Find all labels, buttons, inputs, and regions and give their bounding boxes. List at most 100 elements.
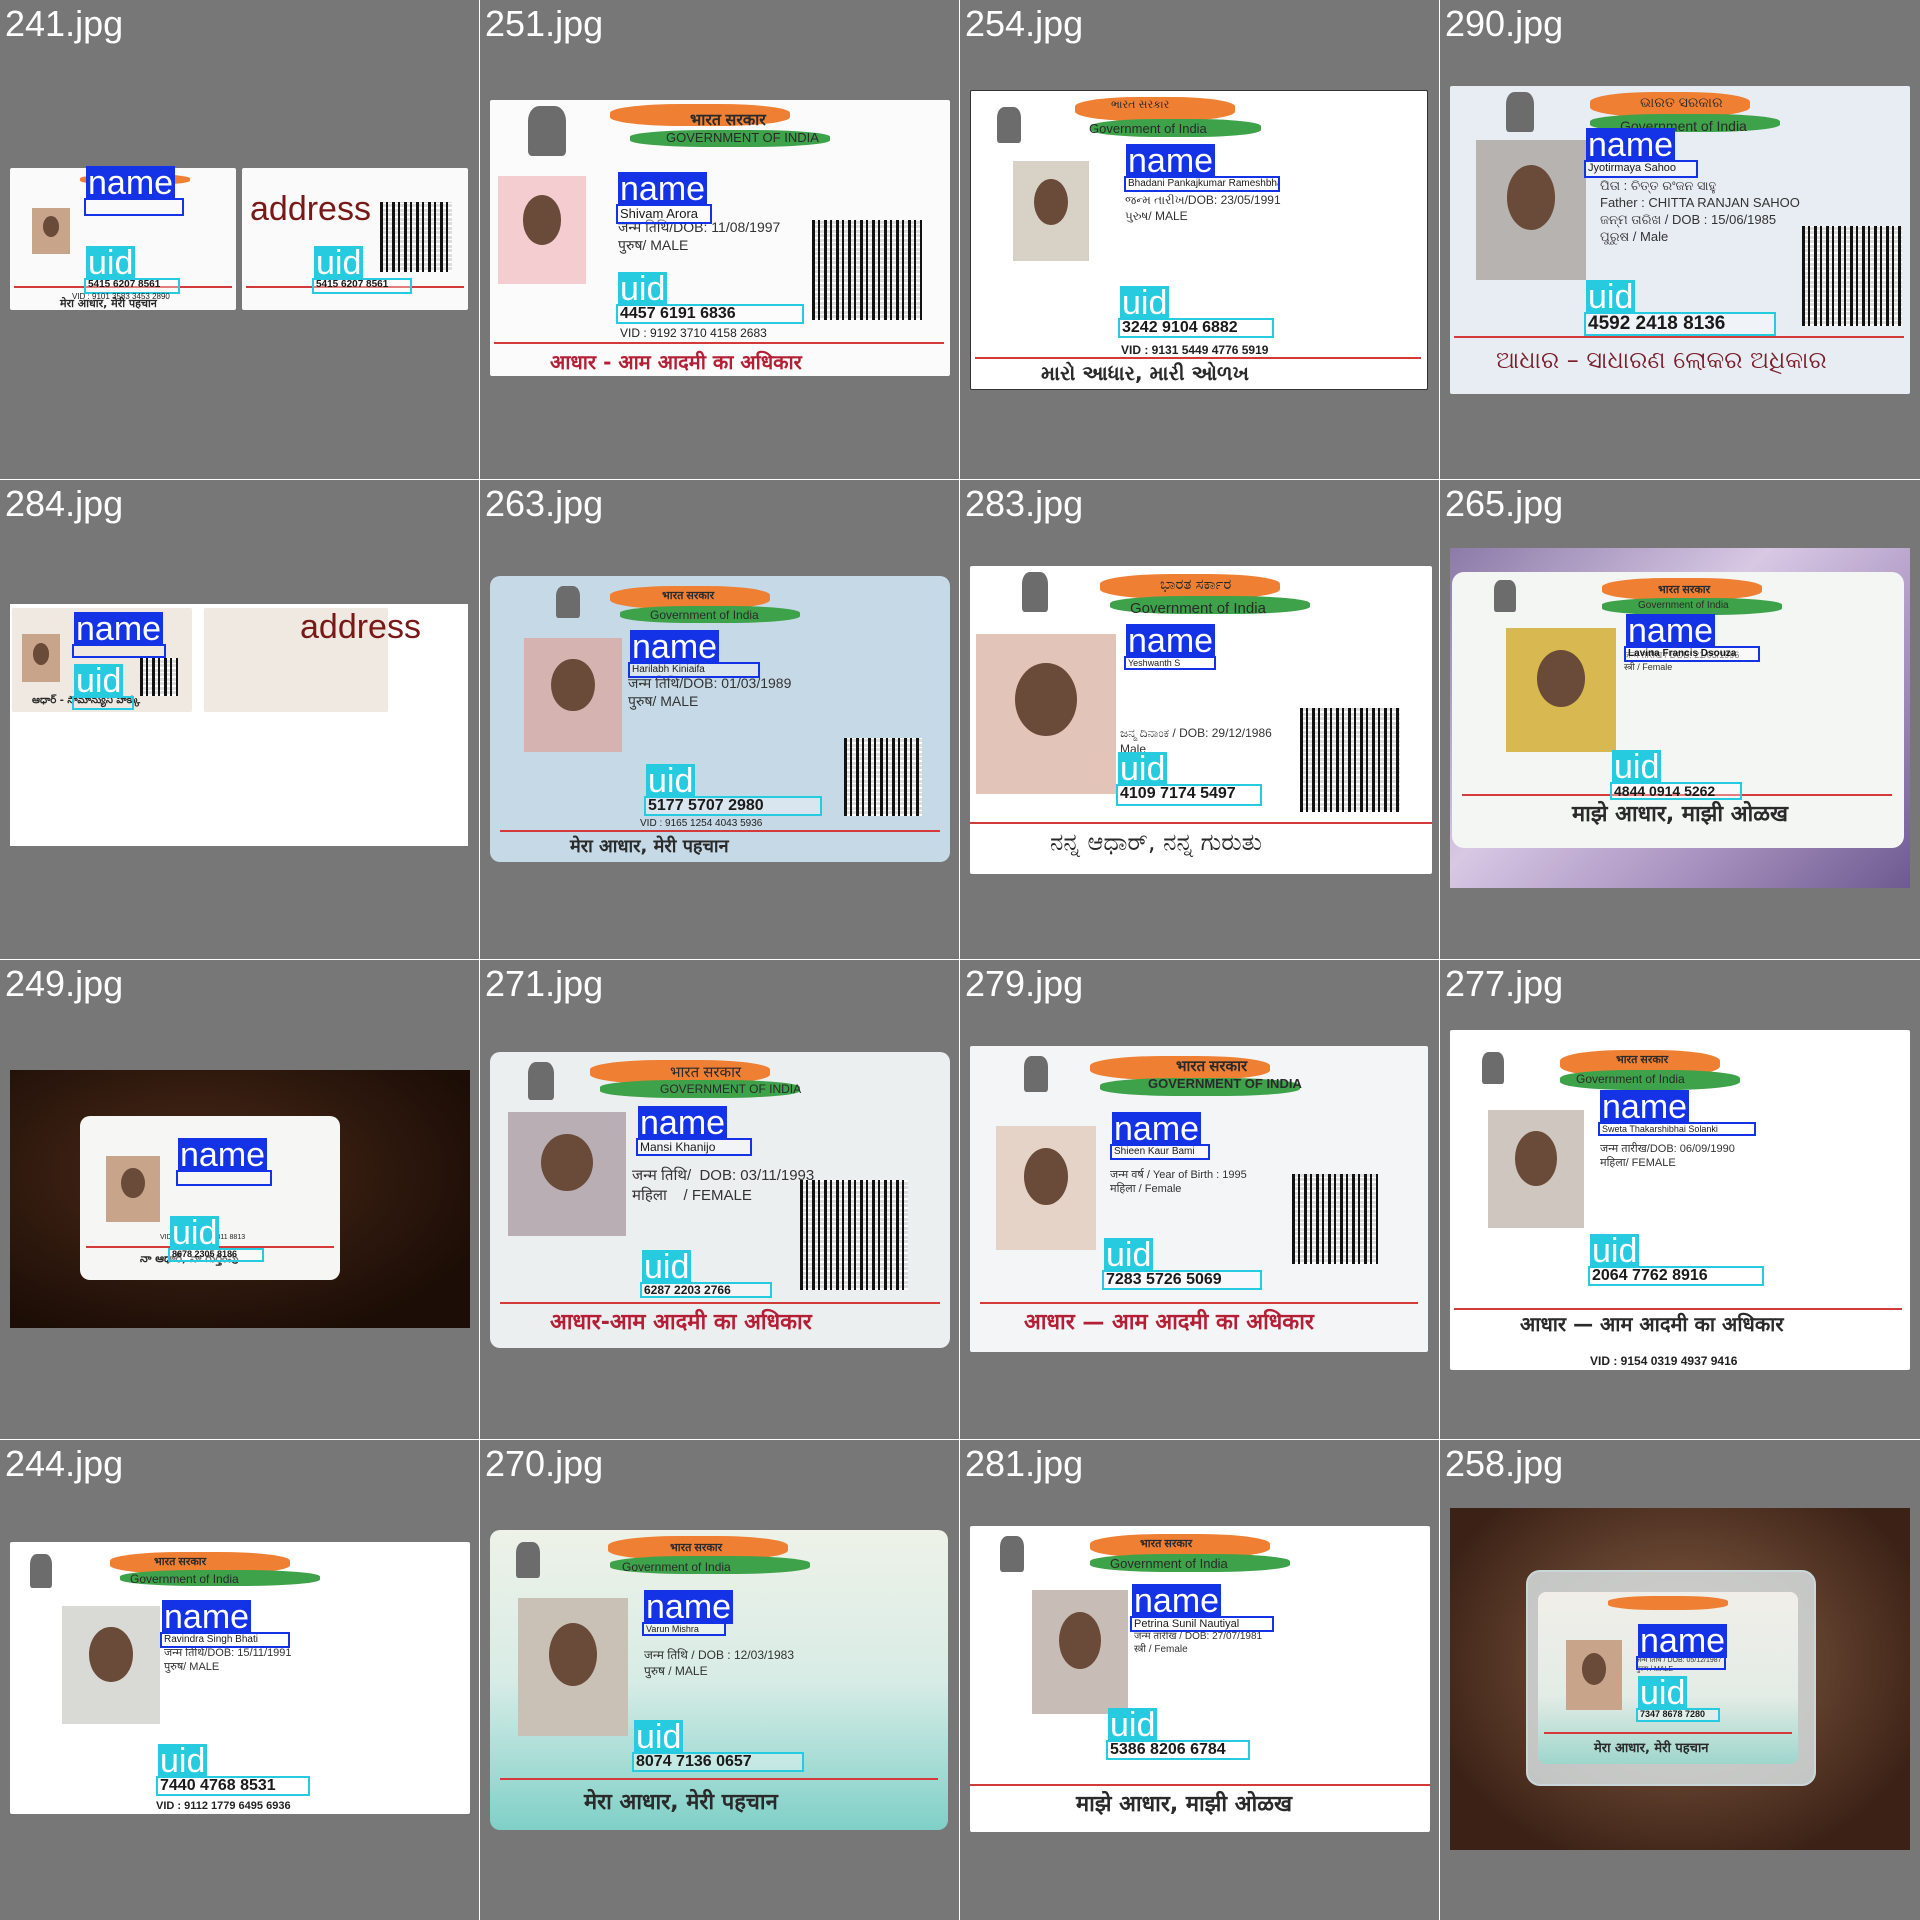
card-tagline: माझे आधार, माझी ओळख [1076,1792,1292,1817]
annotation-class-label: name [74,610,164,648]
tile-filename: 270.jpg [485,1443,604,1484]
holder-photo [976,634,1116,794]
annotation-text: Shivam Arora [618,206,710,222]
uid-annotation: uid 7347 8678 7280 [1636,1676,1720,1722]
tile-290: 290.jpg ଭାରତ ସରକାର Government of India ପ… [1439,0,1920,480]
aadhaar-card: ଭାରତ ସରକାର Government of India ପିତା : ଚି… [1450,86,1910,394]
tile-265: 265.jpg भारत सरकार Government of India ज… [1439,479,1920,960]
name-annotation: name Sweta Thakarshibhai Solanki [1598,1090,1756,1136]
uid-annotation: uid 4457 6191 6836 [616,272,804,324]
tile-filename: 290.jpg [1445,3,1564,44]
gov-label: भारत सरकार [670,1064,742,1081]
holder-photo [32,208,70,254]
card-redline [980,1302,1418,1304]
annotation-class-label: uid [86,244,136,282]
holder-info: जन्म तिथि / DOB : 12/03/1983 पुरुष / MAL… [644,1648,795,1678]
gov-label: Government of India [1130,600,1266,617]
gov-label: Government of India [650,608,759,622]
uid-annotation: uid 4109 7174 5497 [1116,752,1262,806]
gov-label: GOVERNMENT OF INDIA [1148,1076,1302,1091]
name-annotation: name [72,612,166,658]
gov-label: भारत सरकार [662,590,715,602]
name-annotation: name Jyotirmaya Sahoo [1584,128,1698,178]
national-emblem-icon [1494,580,1516,612]
tile-249: 249.jpg VID : 9177 6498 5811 8813 నా ఆధా… [0,959,480,1440]
aadhaar-card: भारत सरकार Government of India जन्म तारी… [970,1526,1430,1832]
annotation-class-label: uid [158,1742,208,1780]
annotation-text: 4109 7174 5497 [1118,786,1260,804]
card-redline [500,830,940,832]
tile-filename: 279.jpg [965,963,1084,1004]
aadhaar-card: ಭಾರತ ಸರ್ಕಾರ Government of India ಜನ್ಮ ದಿನ… [970,566,1432,874]
uid-annotation: uid 2064 7762 8916 [1588,1234,1764,1286]
name-annotation: name Bhadani Pankajkumar Rameshbhai [1124,144,1280,192]
annotation-class-label: uid [74,662,124,700]
tile-277: 277.jpg भारत सरकार Government of India ज… [1439,959,1920,1440]
name-annotation: name Ravindra Singh Bhati [160,1600,290,1648]
annotation-class-label: uid [634,1718,684,1756]
aadhaar-card: भारत सरकार Government of India जन्म तिथि… [10,1542,470,1814]
holder-info: जन्म वर्ष / Year of Birth : 1995 महिला /… [1110,1169,1247,1196]
annotation-class-label: name [1638,1622,1728,1660]
tile-filename: 251.jpg [485,3,604,44]
tricolor-ribbon [1608,1596,1728,1610]
national-emblem-icon [528,106,566,156]
vid-number: VID : 9154 0319 4937 9416 [1590,1354,1738,1368]
qr-code [1802,226,1902,326]
national-emblem-icon [516,1542,540,1578]
card-tagline: आधार - आम आदमी का अधिकार [550,350,802,374]
annotation-class-label: name [1126,142,1216,180]
national-emblem-icon [1506,92,1534,132]
holder-photo [1476,140,1586,280]
holder-info: ପିତା : ଚିତ୍ତ ରଂଜନ ସାହୁ Father : CHITTA R… [1600,178,1800,244]
name-annotation: name [1636,1624,1728,1670]
card-redline [970,1784,1430,1786]
annotation-class-label: name [638,1104,728,1142]
qr-code [800,1180,908,1290]
tile-filename: 271.jpg [485,963,604,1004]
annotation-class-label: uid [314,244,364,282]
annotation-text: Varun Mishra [644,1624,724,1634]
aadhaar-card: भारत सरकार GOVERNMENT OF INDIA जन्म तिथि… [490,100,950,376]
tile-258: 258.jpg जन्म तिथि / DOB: 05/12/1987 पुरु… [1439,1439,1920,1920]
name-annotation: name Shivam Arora [616,172,712,224]
qr-code [380,202,452,272]
holder-photo [508,1112,626,1236]
gov-label: Government of India [622,1560,731,1574]
tile-filename: 277.jpg [1445,963,1564,1004]
annotation-class-label: uid [1118,750,1168,788]
card-tagline: माझे आधार, माझी ओळख [1572,802,1788,827]
gov-label: Government of India [1089,121,1207,136]
national-emblem-icon [556,586,580,618]
gov-label: Government of India [1110,1556,1228,1571]
name-annotation: name [84,166,184,216]
annotation-class-label: uid [1590,1232,1640,1270]
annotation-class-label: uid [642,1248,692,1286]
annotation-class-label: uid [618,270,668,308]
annotation-text: 5177 5707 2980 [646,798,820,814]
annotation-text: 7283 5726 5069 [1104,1272,1260,1288]
annotation-class-label: name [630,628,720,666]
annotation-class-label: name [1132,1582,1222,1620]
annotation-text: 8678 2305 8186 [170,1250,262,1260]
annotation-text: Ravindra Singh Bhati [162,1634,288,1646]
national-emblem-icon [1482,1052,1504,1084]
tile-254: 254.jpg ભારત સરકાર Government of India જ… [959,0,1440,480]
uid-annotation: uid 7440 4768 8531 [156,1744,310,1796]
tile-filename: 284.jpg [5,483,124,524]
gov-label: भारत सरकार [154,1556,207,1568]
holder-info: જન્મ તારીખ/DOB: 23/05/1991 પુરુષ/ MALE [1125,193,1281,223]
annotation-class-label: uid [1586,278,1636,316]
name-annotation: name Mansi Khanijo [636,1106,752,1156]
national-emblem-icon [1024,1056,1048,1092]
card-tagline: आधार-आम आदमी का अधिकार [550,1310,812,1335]
annotation-class-label: address [250,190,371,228]
annotation-text: Petrina Sunil Nautiyal [1132,1618,1272,1630]
annotation-class-label: uid [646,762,696,800]
annotation-text: Mansi Khanijo [638,1140,750,1154]
name-annotation: name Varun Mishra [642,1590,734,1636]
uid-annotation: uid 5415 6207 8561 [312,246,412,294]
holder-info: जन्म तिथि/DOB: 01/03/1989 पुरुष/ MALE [628,675,792,710]
qr-code [1292,1174,1378,1264]
address-annotation: address [296,610,440,660]
